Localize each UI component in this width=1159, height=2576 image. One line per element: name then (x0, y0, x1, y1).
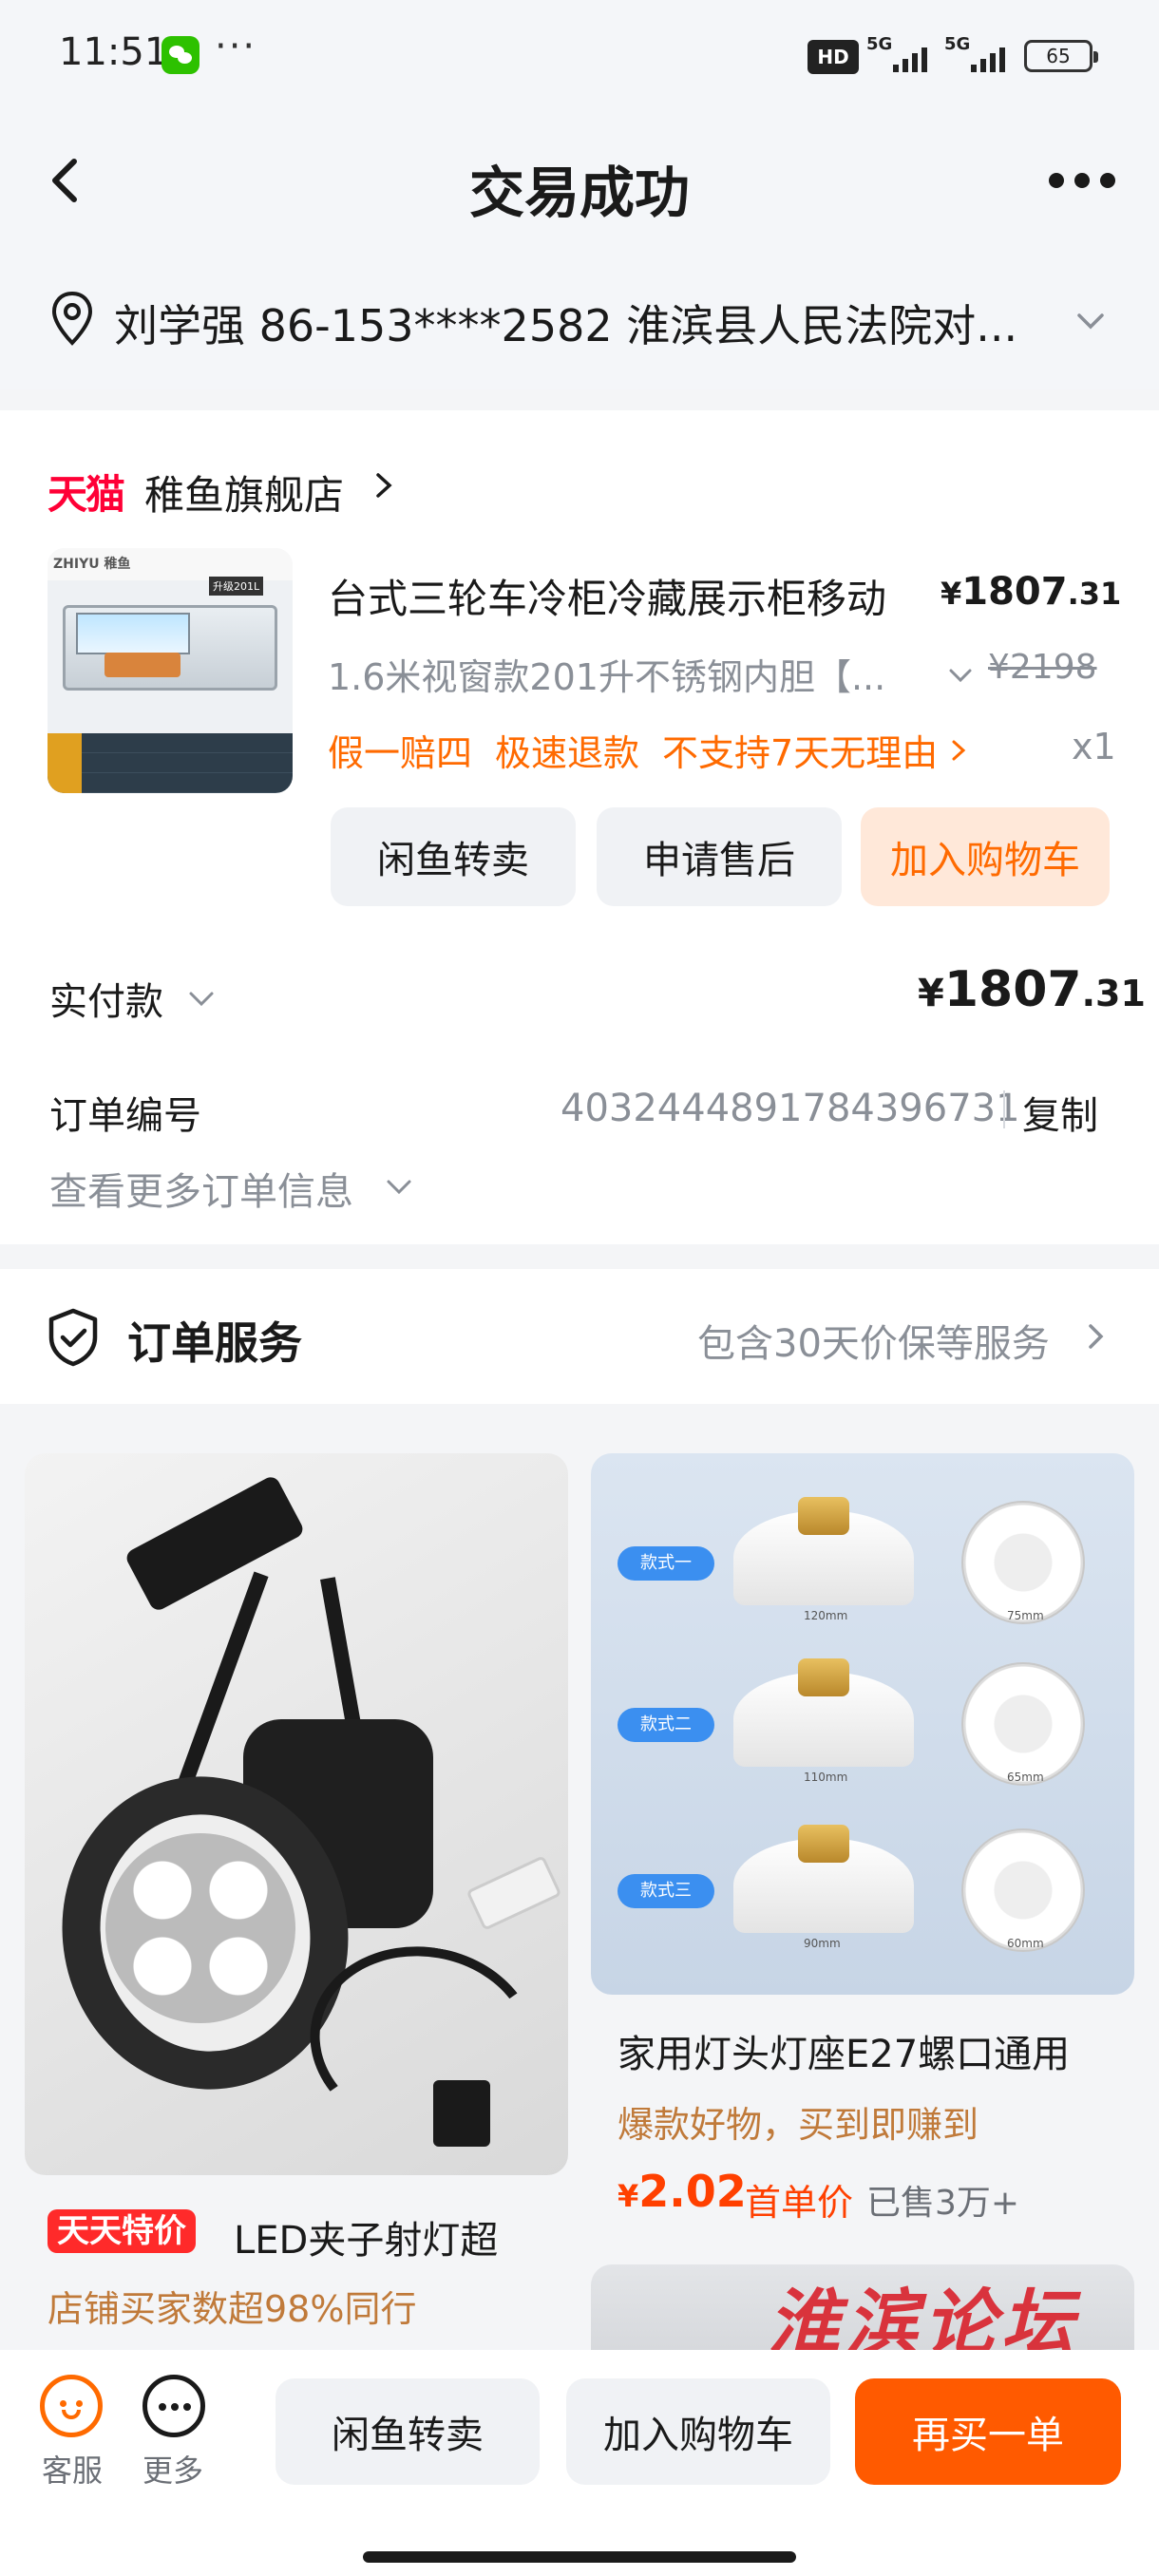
rec-item-image[interactable]: 款式一 120mm 75mm 款式二 110mm 65mm 款式三 90mm 6… (591, 1453, 1134, 1995)
rec-item-image[interactable] (25, 1453, 568, 2175)
daily-deal-badge: 天天特价 (48, 2209, 196, 2253)
order-number-value: 4032444891784396731 (560, 1087, 1020, 1130)
shop-name-link[interactable]: 稚鱼旗舰店 (144, 464, 344, 521)
address-text: 刘学强 86-153****2582 淮滨县人民法院对... (114, 300, 1018, 351)
product-thumbnail[interactable]: ZHIYU 稚鱼 升级201L (48, 548, 293, 793)
home-indicator[interactable] (363, 2551, 796, 2563)
guarantee-fast-refund: 极速退款 (495, 732, 640, 774)
location-pin-icon (51, 291, 93, 346)
tmall-logo: 天猫 (48, 471, 125, 518)
buy-again-button[interactable]: 再买一单 (855, 2378, 1121, 2485)
battery-icon: 65 (1024, 40, 1098, 72)
add-to-cart-button[interactable]: 加入购物车 (566, 2378, 830, 2485)
service-description: 包含30天价保等服务 (697, 1322, 1050, 1366)
after-sale-button[interactable]: 申请售后 (597, 807, 842, 906)
service-title: 订单服务 (127, 1317, 302, 1369)
copy-button[interactable]: 复制 (1022, 1085, 1098, 1140)
chevron-right-icon[interactable] (369, 469, 397, 502)
customer-service-label[interactable]: 客服 (42, 2447, 103, 2491)
quantity: x1 (1072, 726, 1116, 767)
product-spec[interactable]: 1.6米视窗款201升不锈钢内胆【... (328, 648, 885, 700)
more-order-info-link[interactable]: 查看更多订单信息 (49, 1161, 353, 1216)
signal-icon: 5G (944, 34, 1020, 74)
resell-button[interactable]: 闲鱼转卖 (331, 807, 576, 906)
product-title[interactable]: 台式三轮车冷柜冷藏展示柜移动 (328, 567, 886, 625)
paid-amount: ¥1807.31 (918, 961, 1146, 1018)
order-number-label: 订单编号 (49, 1094, 201, 1138)
rec-item-title[interactable]: LED夹子射灯超 (234, 2209, 498, 2264)
order-card: 天猫 稚鱼旗舰店 ZHIYU 稚鱼 升级201L 台式三轮车冷柜冷藏展示柜移动 … (0, 410, 1159, 1244)
guarantee-row[interactable]: 假一赔四 极速退款 不支持7天无理由 (328, 724, 970, 776)
shield-check-icon (48, 1308, 98, 1367)
order-service-row[interactable]: 订单服务 包含30天价保等服务 (0, 1269, 1159, 1404)
more-icon[interactable] (142, 2375, 205, 2437)
product-price: ¥1807.31 (940, 570, 1122, 614)
chevron-down-icon[interactable] (946, 661, 975, 690)
wechat-notification-icon (162, 36, 200, 74)
original-price: ¥2198 (988, 648, 1097, 687)
rec-item-price-label: 首单价 (745, 2182, 854, 2224)
rec-item-price: ¥2.02 (618, 2166, 747, 2217)
page-title: 交易成功 (468, 161, 690, 225)
rec-item-sold-count: 已售3万+ (866, 2184, 1020, 2223)
customer-service-icon[interactable] (40, 2375, 103, 2437)
address-row[interactable]: 刘学强 86-153****2582 淮滨县人民法院对... (0, 252, 1159, 389)
page-header: 交易成功 (0, 114, 1159, 252)
bottom-action-bar: 客服 更多 闲鱼转卖 加入购物车 再买一单 (0, 2350, 1159, 2576)
status-time: 11:51 (59, 30, 169, 74)
rec-item-subtitle: 爆款好物，买到即赚到 (618, 2104, 979, 2146)
guarantee-no-7day-return: 不支持7天无理由 (662, 732, 939, 774)
chevron-right-icon (952, 740, 966, 760)
rec-item-subtitle: 店铺买家数超98%同行 (48, 2288, 417, 2330)
chevron-down-icon[interactable] (1074, 304, 1108, 338)
chevron-down-icon[interactable] (186, 986, 217, 1013)
more-label[interactable]: 更多 (142, 2447, 203, 2491)
more-notifications-icon: ··· (215, 25, 257, 68)
paid-label[interactable]: 实付款 (49, 971, 163, 1026)
resell-button[interactable]: 闲鱼转卖 (276, 2378, 540, 2485)
add-to-cart-button[interactable]: 加入购物车 (861, 807, 1110, 906)
rec-item-title[interactable]: 家用灯头灯座E27螺口通用 (618, 2023, 1070, 2078)
guarantee-fake-compensation: 假一赔四 (328, 732, 473, 774)
chevron-right-icon (1089, 1324, 1104, 1349)
signal-icon: 5G (866, 34, 942, 74)
chevron-down-icon[interactable] (384, 1174, 414, 1201)
divider (1003, 1090, 1005, 1128)
hd-badge: HD (808, 40, 859, 74)
more-horizontal-icon[interactable] (1049, 173, 1115, 192)
